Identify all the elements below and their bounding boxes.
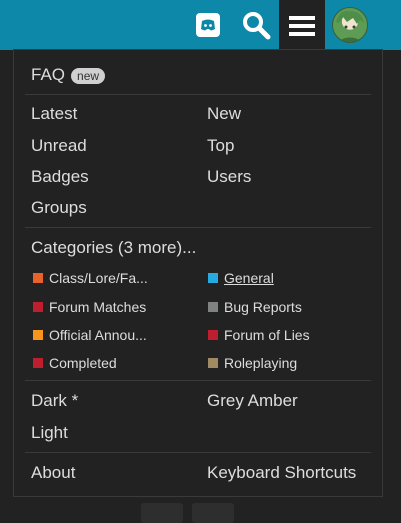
category-item[interactable]: Bug Reports [208, 299, 302, 315]
category-label: Forum of Lies [224, 327, 310, 343]
category-item[interactable]: Roleplaying [208, 355, 297, 371]
category-label: Completed [49, 355, 117, 371]
theme-light[interactable]: Light [31, 423, 68, 443]
keyboard-shortcuts-link[interactable]: Keyboard Shortcuts [207, 463, 356, 483]
top-link[interactable]: Top [207, 136, 234, 156]
category-color-swatch [33, 302, 43, 312]
faq-label: FAQ [31, 65, 66, 84]
category-item[interactable]: Completed [33, 355, 117, 371]
hamburger-menu-icon[interactable] [279, 0, 325, 51]
divider [25, 227, 371, 228]
search-icon[interactable] [235, 0, 277, 50]
category-color-swatch [208, 273, 218, 283]
category-label: Bug Reports [224, 299, 302, 315]
new-link[interactable]: New [207, 104, 241, 124]
theme-dark[interactable]: Dark * [31, 391, 78, 411]
category-label: Roleplaying [224, 355, 298, 371]
category-color-swatch [33, 273, 43, 283]
category-item[interactable]: Class/Lore/Fa... [33, 270, 148, 286]
category-item[interactable]: General [208, 270, 274, 286]
category-color-swatch [33, 358, 43, 368]
groups-link[interactable]: Groups [31, 198, 87, 218]
users-link[interactable]: Users [207, 167, 251, 187]
category-item[interactable]: Official Annou... [33, 327, 147, 343]
discord-icon[interactable] [188, 0, 228, 50]
new-badge: new [71, 67, 106, 84]
category-color-swatch [208, 302, 218, 312]
categories-link[interactable]: Categories (3 more)... [31, 238, 196, 258]
about-link[interactable]: About [31, 463, 75, 483]
category-item[interactable]: Forum Matches [33, 299, 146, 315]
unread-link[interactable]: Unread [31, 136, 87, 156]
pager-next-button[interactable] [192, 503, 234, 523]
category-item[interactable]: Forum of Lies [208, 327, 310, 343]
category-color-swatch [208, 358, 218, 368]
latest-link[interactable]: Latest [31, 104, 77, 124]
divider [25, 452, 371, 453]
category-label: General [224, 270, 274, 286]
category-label: Official Annou... [49, 327, 147, 343]
user-avatar[interactable] [328, 0, 372, 50]
theme-grey-amber[interactable]: Grey Amber [207, 391, 298, 411]
divider [25, 380, 371, 381]
category-label: Forum Matches [49, 299, 147, 315]
hamburger-menu-panel: FAQ new Latest New Unread Top Badges User… [13, 49, 383, 497]
divider [25, 94, 371, 95]
category-color-swatch [33, 330, 43, 340]
category-color-swatch [208, 330, 218, 340]
top-header [0, 0, 401, 51]
faq-link[interactable]: FAQ new [31, 65, 106, 85]
pager-prev-button[interactable] [141, 503, 183, 523]
category-label: Class/Lore/Fa... [49, 270, 148, 286]
badges-link[interactable]: Badges [31, 167, 89, 187]
